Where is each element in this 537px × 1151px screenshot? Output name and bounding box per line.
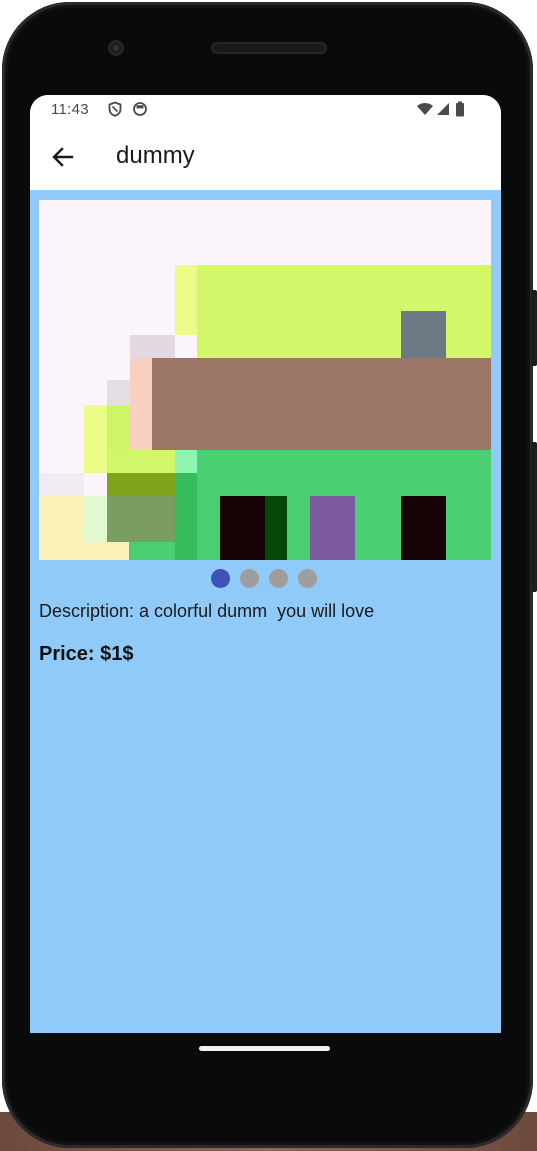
image-pixel — [84, 405, 107, 473]
carousel-dot-1[interactable] — [211, 569, 230, 588]
wifi-icon — [417, 103, 433, 115]
image-pixel — [107, 450, 175, 473]
product-price: Price: $1$ — [39, 643, 134, 665]
volume-button — [531, 442, 537, 592]
image-pixel — [265, 496, 287, 560]
status-time: 11:43 — [51, 101, 89, 118]
carousel-dot-2[interactable] — [240, 569, 259, 588]
image-pixel — [84, 542, 129, 560]
page-title: dummy — [116, 142, 195, 169]
gesture-nav-handle[interactable] — [199, 1046, 330, 1051]
image-pixel — [130, 335, 175, 358]
image-pixel — [175, 473, 197, 560]
arrow-left-icon[interactable] — [48, 142, 78, 172]
front-camera — [108, 40, 124, 56]
shield-icon — [108, 101, 122, 117]
image-pixel — [401, 496, 446, 560]
circle-status-icon — [133, 102, 147, 116]
image-pixel — [401, 311, 446, 359]
image-pixel — [39, 473, 84, 496]
earpiece-speaker — [211, 42, 327, 54]
app-screen: 11:43 dummy Description: a colorful dumm… — [30, 95, 501, 1033]
image-pixel — [130, 358, 152, 450]
image-pixel — [175, 265, 197, 335]
image-pixel — [39, 496, 84, 560]
battery-icon — [456, 101, 464, 117]
app-bar: dummy — [30, 125, 501, 190]
product-image-carousel[interactable] — [39, 200, 491, 560]
image-pixel — [220, 496, 265, 560]
status-bar: 11:43 — [30, 95, 501, 125]
image-pixel — [107, 405, 130, 450]
product-description: Description: a colorful dumm you will lo… — [39, 601, 375, 621]
image-pixel — [197, 265, 491, 360]
carousel-dot-3[interactable] — [269, 569, 288, 588]
image-pixel — [175, 450, 197, 473]
power-button — [531, 290, 537, 366]
image-pixel — [107, 473, 175, 496]
image-pixel — [107, 496, 175, 542]
image-pixel — [129, 542, 175, 560]
signal-icon — [437, 103, 449, 115]
image-pixel — [107, 380, 130, 405]
image-pixel — [84, 496, 107, 542]
carousel-dot-4[interactable] — [298, 569, 317, 588]
image-pixel — [152, 358, 491, 450]
image-pixel — [310, 496, 355, 560]
